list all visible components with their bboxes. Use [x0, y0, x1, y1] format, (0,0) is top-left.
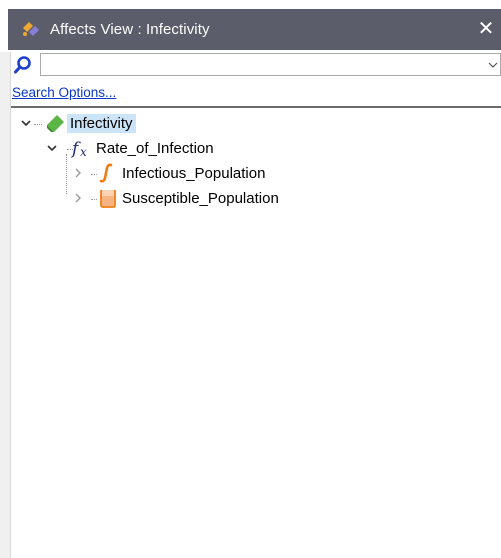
title-bar: Affects View : Infectivity ✕: [8, 9, 501, 50]
affects-tree: Infectivity f x Rate_of_Infection Infect…: [11, 106, 501, 558]
chevron-right-icon[interactable]: [71, 166, 85, 180]
tree-node-label[interactable]: Susceptible_Population: [119, 189, 282, 208]
close-icon: ✕: [477, 18, 495, 40]
affects-view-window: Affects View : Infectivity ✕ Search Opti…: [0, 0, 501, 558]
tree-node-label[interactable]: Rate_of_Infection: [93, 139, 217, 158]
chevron-right-icon[interactable]: [71, 191, 85, 205]
fx-icon: f x: [70, 138, 93, 159]
tree-node-susceptible-population[interactable]: Susceptible_Population: [71, 187, 282, 209]
search-input[interactable]: [40, 53, 501, 76]
tree-node-label[interactable]: Infectivity: [67, 113, 136, 133]
window-title: Affects View : Infectivity: [50, 21, 210, 38]
chevron-down-icon[interactable]: [19, 116, 33, 130]
tree-node-label[interactable]: Infectious_Population: [119, 164, 268, 183]
tree-node-infectivity[interactable]: Infectivity: [19, 112, 136, 134]
search-options-link[interactable]: Search Options...: [12, 85, 116, 100]
window-left-edge: [0, 52, 11, 558]
stock-icon: [97, 188, 119, 208]
converter-icon: [45, 113, 67, 133]
integral-icon: [97, 163, 119, 183]
svg-text:x: x: [80, 145, 87, 158]
search-icon[interactable]: [13, 55, 33, 75]
tree-node-infectious-population[interactable]: Infectious_Population: [71, 162, 268, 184]
search-bar: [11, 52, 501, 79]
tree-connector: [66, 154, 68, 194]
app-logo-icon: [20, 20, 42, 40]
tree-node-rate-of-infection[interactable]: f x Rate_of_Infection: [45, 137, 217, 159]
chevron-down-icon[interactable]: [45, 141, 59, 155]
chevron-down-icon[interactable]: [487, 58, 499, 70]
close-button[interactable]: ✕: [475, 17, 497, 41]
